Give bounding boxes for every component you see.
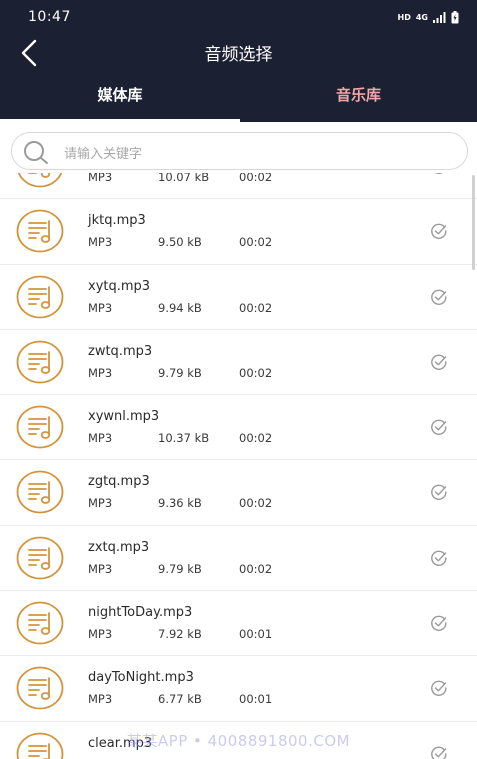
list-item[interactable]: xytq.mp3 MP3 9.94 kB 00:02 [0,265,477,330]
list-item[interactable]: jktq.mp3 MP3 9.50 kB 00:02 [0,199,477,265]
file-type: MP3 [88,365,113,380]
file-size: 6.77 kB [158,692,202,707]
scrollbar[interactable] [472,175,475,270]
page-title: 音频选择 [204,45,273,65]
music-file-icon [16,666,64,710]
file-name: zxtq.mp3 [88,539,150,555]
status-bar: 10:47 HD 4G [0,0,477,34]
check-icon[interactable] [430,680,448,697]
music-file-icon [16,405,64,449]
app-header: 10:47 HD 4G 音频选择 媒体库 音乐库 [0,0,477,122]
file-type: MP3 [88,431,113,446]
check-icon[interactable] [430,354,448,370]
music-file-icon [16,209,64,253]
file-size: 9.36 kB [158,496,202,511]
file-size: 9.50 kB [158,235,202,250]
status-icons: HD 4G [398,10,459,24]
status-time: 10:47 [28,9,71,25]
file-type: MP3 [88,173,113,184]
check-icon[interactable] [430,223,448,240]
file-duration: 00:02 [239,173,273,184]
file-duration: 00:02 [239,431,273,446]
file-size: 10.07 kB [158,173,210,184]
list-item[interactable]: zgtq.mp3 MP3 9.36 kB 00:02 [0,460,477,526]
list-item[interactable]: nightToDay.mp3 MP3 7.92 kB 00:01 [0,591,477,657]
list-item[interactable]: zwtq.mp3 MP3 9.79 kB 00:02 [0,330,477,396]
file-duration: 00:02 [239,496,273,511]
file-duration: 00:02 [239,235,273,250]
file-type: MP3 [88,692,113,707]
tab-media-library[interactable]: 媒体库 [0,84,240,118]
signal-label: 4G [415,12,428,22]
file-duration: 00:01 [239,627,273,642]
file-type: MP3 [88,300,113,315]
search-bar[interactable]: 请输入关键字 [11,132,468,170]
music-file-icon [16,275,64,318]
file-size: 9.94 kB [158,300,202,315]
file-duration: 00:02 [239,300,273,315]
list-item[interactable]: zxtq.mp3 MP3 9.79 kB 00:02 [0,526,477,592]
audio-file-list[interactable]: MP3 10.07 kB 00:02 jktq.mp3 MP3 9.50 kB … [0,173,477,759]
file-type: MP3 [88,561,113,576]
file-name: xywnl.mp3 [88,409,160,425]
check-icon[interactable] [430,289,448,305]
list-item[interactable]: dayToNight.mp3 MP3 6.77 kB 00:01 [0,656,477,722]
file-duration: 00:02 [239,561,273,576]
file-size: 9.79 kB [158,365,202,380]
check-icon[interactable] [430,173,448,174]
music-file-icon [16,471,64,514]
file-type: MP3 [88,235,113,250]
check-icon[interactable] [430,615,448,632]
file-size: 10.37 kB [158,431,210,446]
file-type: MP3 [88,627,113,642]
check-icon[interactable] [430,484,448,501]
file-name: xytq.mp3 [88,278,151,294]
music-file-icon [16,340,64,384]
list-item[interactable]: MP3 10.07 kB 00:02 [0,173,477,200]
file-name: jktq.mp3 [88,213,146,229]
music-file-icon [16,536,64,580]
file-name: zwtq.mp3 [88,343,153,359]
music-file-icon [16,601,64,645]
file-name: zgtq.mp3 [88,474,150,490]
file-size: 7.92 kB [158,627,202,642]
file-type: MP3 [88,496,113,511]
check-icon[interactable] [430,550,448,566]
network-type-label: HD [397,12,411,22]
active-tab-indicator [0,119,240,122]
check-icon[interactable] [430,419,448,436]
list-item[interactable]: xywnl.mp3 MP3 10.37 kB 00:02 [0,395,477,461]
file-name: nightToDay.mp3 [88,605,193,621]
file-size: 9.79 kB [158,561,202,576]
file-name: dayToNight.mp3 [88,670,194,686]
signal-icon [433,11,446,23]
file-duration: 00:02 [239,365,273,380]
watermark: 某某APP • 4008891800.COM [126,732,351,750]
search-input[interactable]: 请输入关键字 [64,143,142,162]
search-icon [24,141,48,164]
battery-icon [451,10,459,23]
tab-music-library[interactable]: 音乐库 [240,84,477,118]
music-file-icon [17,173,63,188]
file-duration: 00:01 [239,692,273,707]
